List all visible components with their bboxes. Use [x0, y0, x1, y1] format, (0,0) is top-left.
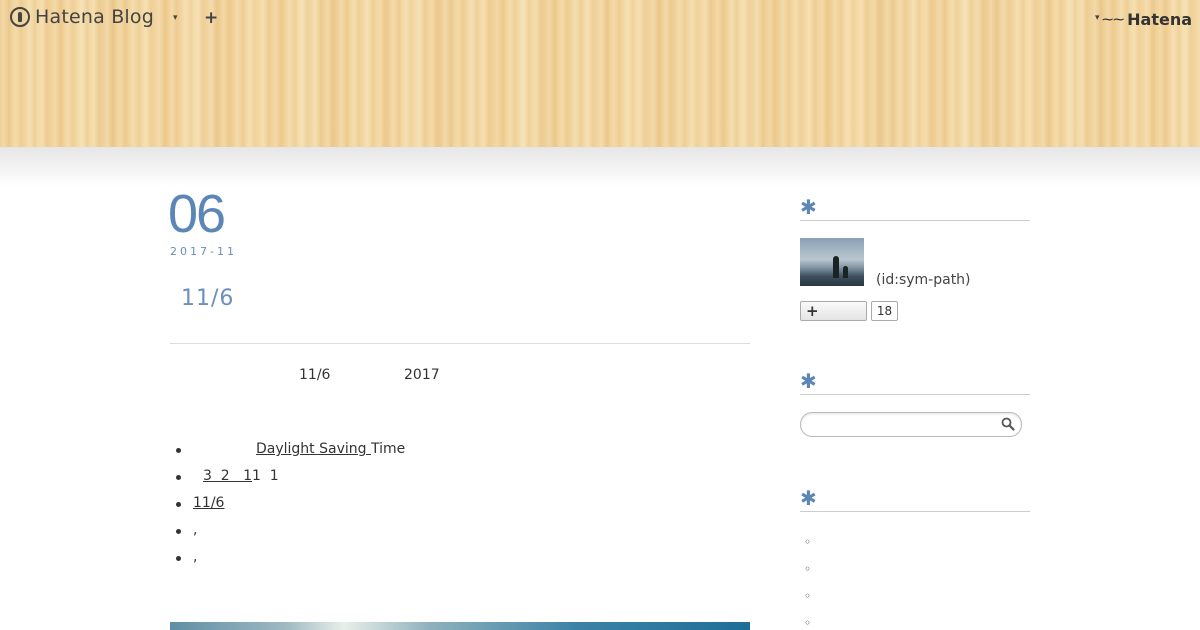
divider [170, 343, 750, 344]
list-item-text: , [193, 549, 198, 565]
sidebar-list-heading: ✱ [800, 486, 1030, 512]
hatena-brand-link[interactable]: ⁓⁓ Hatena [1102, 10, 1192, 29]
logo-text: Hatena Blog [35, 6, 154, 28]
hatena-blog-logo-icon [10, 7, 30, 27]
list-item: , [176, 522, 405, 549]
list-item[interactable]: ◦ [804, 589, 811, 616]
subscribe-button[interactable]: + [800, 301, 867, 321]
silhouette-adult [833, 256, 839, 278]
list-item[interactable]: ◦ [804, 616, 811, 630]
list-item: 11/6 [176, 495, 405, 522]
list-item[interactable]: ◦ [804, 562, 811, 589]
list-item-text: Time [370, 441, 406, 457]
silhouette-child [843, 266, 848, 278]
list-item-link[interactable]: Daylight Saving [193, 441, 371, 457]
entry-image [170, 622, 750, 630]
list-item: , [176, 549, 405, 576]
sidebar-search-heading: ✱ [800, 369, 1030, 395]
entry-title[interactable]: 11/6 [181, 286, 234, 311]
profile-user-id[interactable]: (id:sym-path) [876, 272, 971, 288]
plus-icon: + [806, 302, 819, 320]
entry-link-list: Daylight Saving Time 3 2 11 1 11/6 , , [176, 441, 405, 576]
hatena-blog-logo[interactable]: Hatena Blog [10, 6, 154, 28]
avatar[interactable] [800, 238, 864, 286]
sidebar-profile-heading: ✱ [800, 195, 1030, 221]
account-chevron-down-icon[interactable]: ▾ [1095, 13, 1100, 23]
menu-chevron-down-icon[interactable]: ▾ [173, 13, 178, 23]
intro-text-date: 11/6 [299, 367, 331, 383]
entry-date-day[interactable]: 06 [168, 183, 226, 245]
asterisk-icon: ✱ [800, 486, 817, 510]
hatena-mark-icon: ⁓⁓ [1102, 13, 1125, 26]
subscriber-count[interactable]: 18 [871, 301, 898, 321]
blog-header [0, 0, 1200, 147]
asterisk-icon: ✱ [800, 195, 817, 219]
hatena-brand-text: Hatena [1127, 10, 1192, 29]
search-input[interactable] [800, 412, 1022, 437]
list-item: 3 2 11 1 [176, 468, 405, 495]
list-item-text: 1 1 [251, 468, 279, 484]
entry-date-year-month[interactable]: 2017-11 [170, 245, 237, 258]
list-item-link[interactable]: 3 2 1 [193, 468, 252, 484]
list-item-link[interactable]: 11/6 [193, 495, 241, 511]
list-item-text: , [193, 522, 198, 538]
header-shadow [0, 147, 1200, 187]
asterisk-icon: ✱ [800, 369, 817, 393]
list-item[interactable]: ◦ [804, 535, 811, 562]
search-icon[interactable] [1001, 417, 1015, 431]
intro-text-year: 2017 [404, 367, 440, 383]
list-item: Daylight Saving Time [176, 441, 405, 468]
sidebar-list: ◦ ◦ ◦ ◦ [804, 535, 811, 630]
add-plus-icon[interactable]: + [204, 8, 218, 28]
